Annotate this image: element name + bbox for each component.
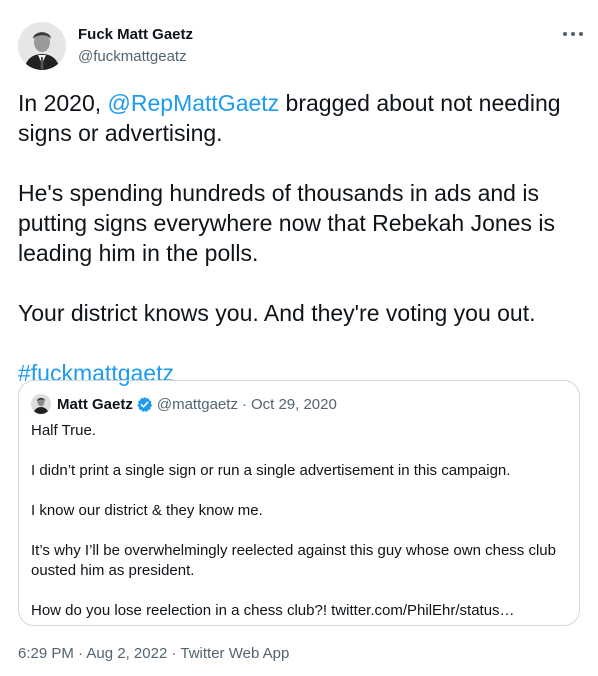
author-handle[interactable]: @fuckmattgeatz [78,48,187,65]
tweet-paragraph-3: Your district knows you. And they're vot… [18,300,536,326]
verified-badge-icon [137,396,152,412]
mention-link[interactable]: @RepMattGaetz [108,90,280,116]
quoted-author-name[interactable]: Matt Gaetz [57,396,133,413]
quoted-tweet-date[interactable]: Oct 29, 2020 [251,396,337,413]
meta-separator: · [241,395,247,413]
person-photo-icon [31,394,51,414]
author-avatar[interactable] [18,22,66,70]
footer-separator: · [171,645,177,662]
tweet-source[interactable]: Twitter Web App [180,645,289,662]
more-icon[interactable] [560,26,586,42]
quoted-tweet-header: Matt Gaetz @mattgaetz · Oct 29, 2020 [31,394,337,414]
tweet-paragraph-2: He's spending hundreds of thousands in a… [18,180,555,266]
quoted-paragraph-2: I didn’t print a single sign or run a si… [31,462,511,479]
tweet-card: Fuck Matt Gaetz @fuckmattgeatz In 2020, … [0,0,598,676]
person-photo-icon [18,22,66,70]
tweet-time[interactable]: 6:29 PM [18,645,74,662]
quoted-paragraph-1: Half True. [31,422,97,439]
quoted-paragraph-4: It’s why I’ll be overwhelmingly reelecte… [31,542,556,579]
quoted-tweet-body: Half True. I didn’t print a single sign … [31,421,567,621]
quoted-paragraph-3: I know our district & they know me. [31,502,263,519]
quoted-tweet[interactable]: Matt Gaetz @mattgaetz · Oct 29, 2020 Hal… [18,380,580,626]
tweet-date[interactable]: Aug 2, 2022 [86,645,167,662]
tweet-text-prefix: In 2020, [18,90,108,116]
footer-separator: · [78,645,84,662]
quoted-author-avatar[interactable] [31,394,51,414]
quoted-author-handle[interactable]: @mattgaetz [157,396,238,413]
tweet-paragraph-1: In 2020, @RepMattGaetz bragged about not… [18,88,578,148]
quoted-paragraph-5: How do you lose reelection in a chess cl… [31,602,515,619]
tweet-footer: 6:29 PM · Aug 2, 2022 · Twitter Web App [18,645,289,662]
tweet-text: In 2020, @RepMattGaetz bragged about not… [18,88,578,388]
author-name[interactable]: Fuck Matt Gaetz [78,26,193,43]
